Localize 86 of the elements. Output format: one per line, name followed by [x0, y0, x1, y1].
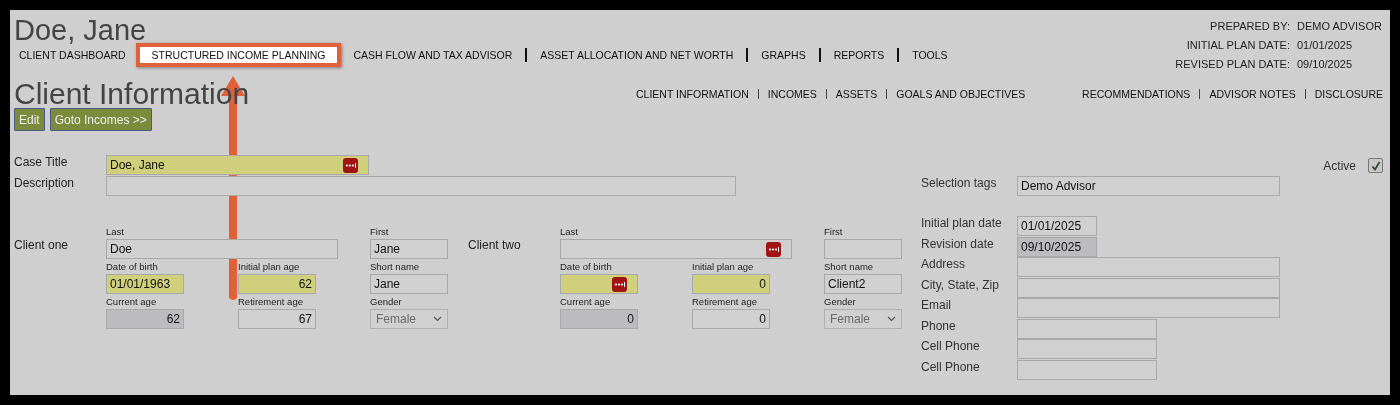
input-field[interactable]: 0 [560, 309, 638, 329]
field-label: Address [921, 257, 967, 271]
nav-tab[interactable]: TOOLS [912, 49, 948, 61]
field-label: Last [560, 225, 578, 239]
section-link[interactable]: GOALS AND OBJECTIVES [896, 88, 1026, 100]
field-label: Initial plan date [921, 216, 1003, 230]
field-label: Cell Phone [921, 339, 981, 353]
nav-tab[interactable]: REPORTS [833, 49, 885, 61]
field-label: Phone [921, 318, 957, 333]
input-field[interactable]: 67 [238, 309, 316, 329]
field-label: Retirement age [692, 295, 757, 309]
field-label: Date of birth [106, 260, 158, 274]
input-field[interactable]: Jane [370, 239, 448, 259]
input-field[interactable]: Demo Advisor [1017, 176, 1280, 196]
field-label: Date of birth [560, 260, 612, 274]
nav-tab[interactable]: GRAPHS [761, 49, 806, 61]
input-field[interactable]: 01/01/1963 [106, 274, 184, 294]
plan-info-label: REVISED PLAN DATE: [1175, 58, 1290, 70]
section-link[interactable]: INCOMES [767, 88, 817, 100]
client-name: Doe, Jane [14, 14, 147, 46]
field-label: Current age [106, 295, 157, 309]
field-label: First [370, 225, 389, 239]
input-field[interactable] [1017, 359, 1157, 380]
field-label: City, State, Zip [921, 277, 1000, 292]
nav-tab[interactable]: ASSET ALLOCATION AND NET WORTH [540, 49, 734, 61]
plan-info-value: DEMO ADVISOR [1297, 20, 1383, 32]
plan-info-label: INITIAL PLAN DATE: [1185, 39, 1290, 51]
field-label: Retirement age [238, 295, 303, 309]
more-icon [614, 282, 625, 287]
client-label: Client two [468, 238, 522, 254]
field-label: Initial plan age [692, 260, 754, 274]
field-label: Cell Phone [921, 359, 981, 374]
field-label: Current age [560, 295, 611, 309]
plan-info-value: 01/01/2025 [1297, 39, 1354, 51]
client-label: Client one [14, 238, 70, 254]
input-field[interactable]: 62 [106, 309, 184, 329]
input-field[interactable]: Doe [106, 239, 338, 259]
field-label: Case Title [14, 155, 69, 169]
nav-tab[interactable]: CLIENT DASHBOARD [19, 49, 126, 61]
section-link[interactable]: ASSETS [835, 88, 878, 100]
input-field[interactable]: 0 [692, 274, 770, 294]
field-label: Short name [370, 260, 420, 274]
input-field[interactable] [1017, 339, 1157, 359]
lookup-button[interactable] [766, 242, 781, 257]
field-label: Revision date [921, 236, 995, 251]
section-link[interactable]: ADVISOR NOTES [1209, 88, 1296, 100]
input-field[interactable] [824, 239, 902, 259]
field-label: Initial plan age [238, 260, 300, 274]
field-label: Description [14, 176, 76, 190]
nav-tab[interactable]: CASH FLOW AND TAX ADVISOR [353, 49, 513, 61]
plan-info-label: PREPARED BY: [1209, 20, 1290, 32]
checkmark-icon [1370, 160, 1381, 171]
field-label: Gender [824, 295, 856, 309]
field-label: Selection tags [921, 176, 998, 190]
more-icon [345, 163, 356, 168]
input-field[interactable] [560, 239, 792, 259]
more-icon [768, 247, 779, 252]
input-field[interactable] [1017, 318, 1157, 339]
input-field[interactable]: 09/10/2025 [1017, 236, 1097, 257]
field-label: First [824, 225, 843, 239]
section-link[interactable]: RECOMMENDATIONS [1082, 88, 1191, 100]
input-field[interactable] [106, 176, 736, 196]
input-field[interactable]: 62 [238, 274, 316, 294]
field-label: Short name [824, 260, 874, 274]
input-field[interactable] [1017, 277, 1280, 298]
chevron-down-icon [887, 316, 896, 322]
active-checkbox[interactable] [1368, 158, 1383, 173]
field-label: Last [106, 225, 124, 239]
input-field[interactable]: Jane [370, 274, 448, 294]
input-field[interactable]: 01/01/2025 [1017, 216, 1097, 236]
nav-tab[interactable]: STRUCTURED INCOME PLANNING [135, 43, 342, 67]
field-label: Email [921, 298, 952, 312]
input-field[interactable] [560, 274, 638, 294]
input-field[interactable] [1017, 257, 1280, 277]
input-field[interactable]: 0 [692, 309, 770, 329]
active-label: Active [1323, 158, 1356, 173]
lookup-button[interactable] [343, 158, 358, 173]
section-link[interactable]: DISCLOSURE [1314, 88, 1383, 100]
input-field[interactable]: Doe, Jane [106, 155, 369, 175]
plan-info-value: 09/10/2025 [1297, 58, 1354, 70]
section-link[interactable]: CLIENT INFORMATION [636, 88, 749, 100]
input-field[interactable] [1017, 298, 1280, 318]
lookup-button[interactable] [612, 277, 627, 292]
field-label: Gender [370, 295, 402, 309]
chevron-down-icon [433, 316, 442, 322]
input-field[interactable]: Client2 [824, 274, 902, 294]
